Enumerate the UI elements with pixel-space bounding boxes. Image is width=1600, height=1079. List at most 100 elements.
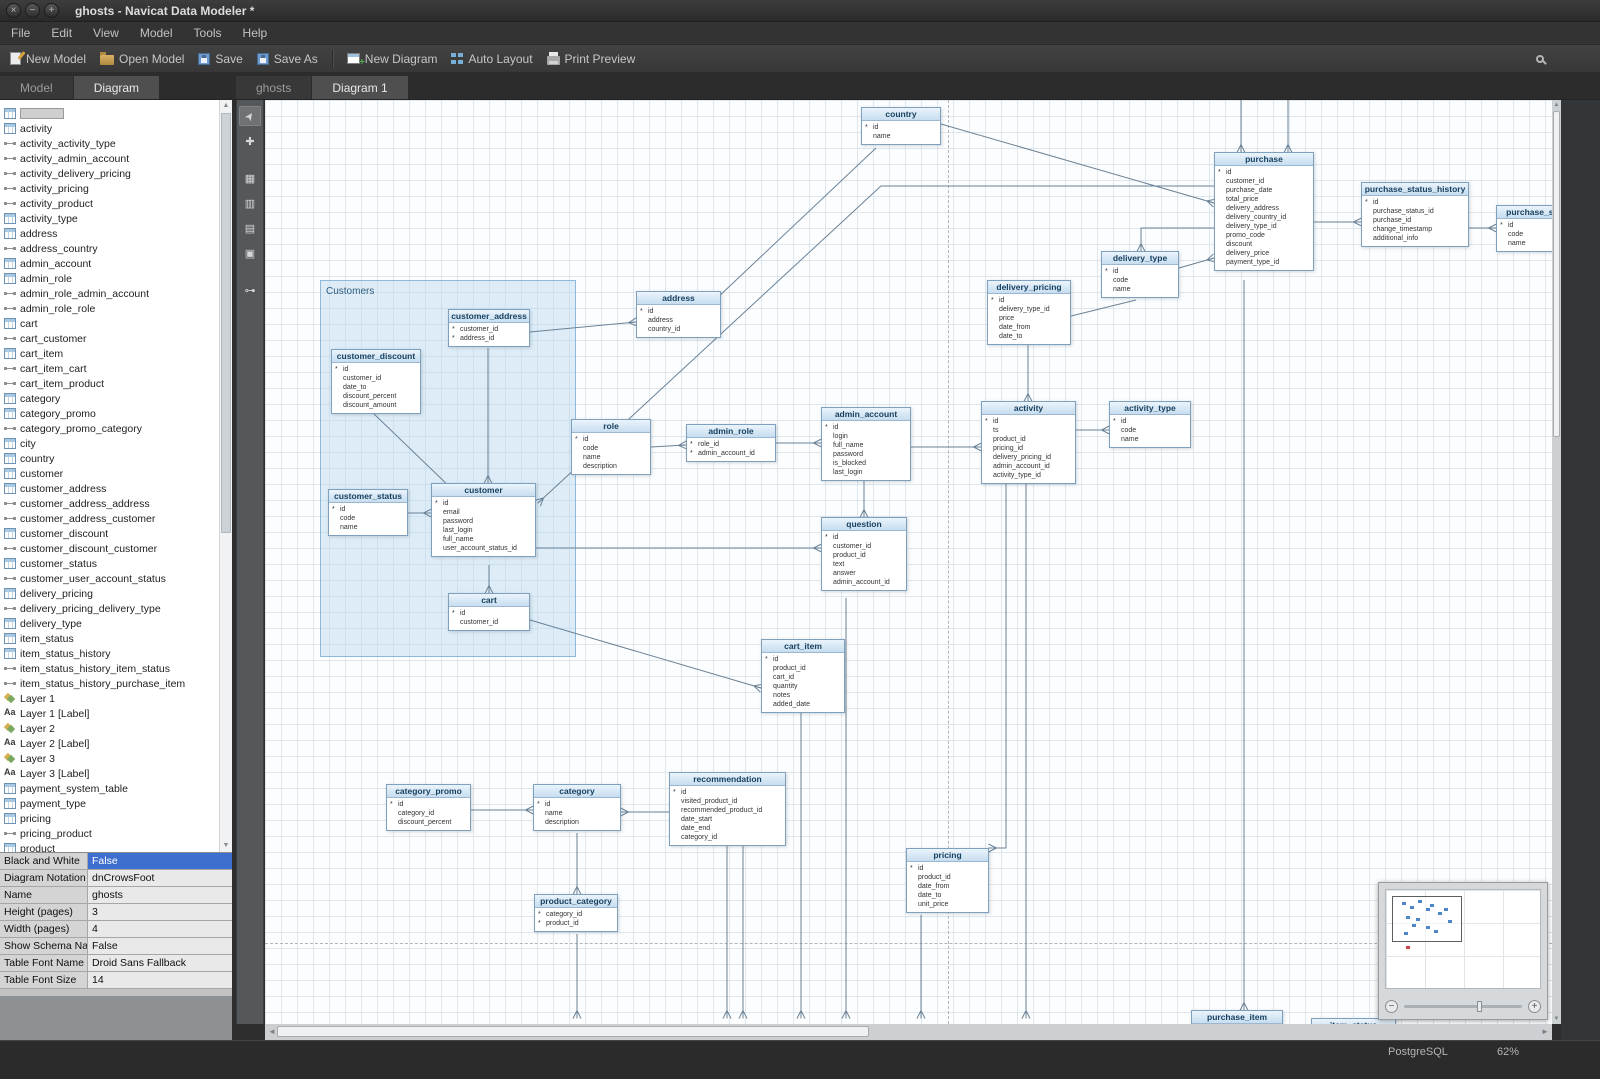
tree-item-payment-type[interactable]: payment_type: [0, 796, 219, 811]
tree-item-activity-type[interactable]: activity_type: [0, 211, 219, 226]
tree-scroll-thumb[interactable]: [221, 113, 231, 533]
entity-role[interactable]: role * id code name description: [571, 419, 651, 475]
vertical-scroll-thumb[interactable]: [1553, 111, 1560, 437]
tree-item-cart-customer[interactable]: cart_customer: [0, 331, 219, 346]
tree-item-activity-admin-account[interactable]: activity_admin_account: [0, 151, 219, 166]
minimap-zoom-out-button[interactable]: −: [1385, 999, 1398, 1013]
tree-item-customer-address[interactable]: customer_address: [0, 481, 219, 496]
tree-item-category[interactable]: category: [0, 391, 219, 406]
entity-purchase-item[interactable]: purchase_item: [1191, 1010, 1283, 1024]
minimap-map[interactable]: [1385, 889, 1541, 989]
tree-item-category-promo[interactable]: category_promo: [0, 406, 219, 421]
menu-tools[interactable]: Tools: [191, 24, 225, 42]
new-image-tool[interactable]: ▣: [239, 243, 261, 263]
tree-item-city[interactable]: city: [0, 436, 219, 451]
property-value[interactable]: dnCrowsFoot: [88, 870, 232, 886]
entity-customer-discount[interactable]: customer_discount * id customer_id date_to di…: [331, 349, 421, 414]
entity-product-category[interactable]: product_category * category_id * product_id: [534, 894, 618, 932]
tree-item-activity-product[interactable]: activity_product: [0, 196, 219, 211]
new-diagram-button[interactable]: New Diagram: [346, 52, 437, 68]
tree-item-customer-discount[interactable]: customer_discount: [0, 526, 219, 541]
scroll-right-icon[interactable]: ►: [1538, 1024, 1552, 1040]
canvas-vertical-scrollbar[interactable]: ▲ ▼: [1552, 100, 1561, 1024]
tab-model[interactable]: Model: [0, 76, 74, 99]
tree-item-category-promo-category[interactable]: category_promo_category: [0, 421, 219, 436]
entity-country[interactable]: country * id name: [861, 107, 941, 145]
save-button[interactable]: Save: [198, 52, 243, 66]
property-value[interactable]: Droid Sans Fallback: [88, 955, 232, 971]
tree-item-editing[interactable]: [0, 106, 219, 121]
menu-model[interactable]: Model: [137, 24, 176, 42]
tree-item-address-country[interactable]: address_country: [0, 241, 219, 256]
tree-item-layer-3[interactable]: Layer 3: [0, 751, 219, 766]
tree-item-cart[interactable]: cart: [0, 316, 219, 331]
tree-edit-box[interactable]: [20, 108, 64, 119]
tree-item-customer[interactable]: customer: [0, 466, 219, 481]
tree-item-delivery-pricing[interactable]: delivery_pricing: [0, 586, 219, 601]
maximize-button[interactable]: +: [44, 3, 59, 18]
tree-item-item-status-history[interactable]: item_status_history: [0, 646, 219, 661]
new-view-tool[interactable]: ▥: [239, 193, 261, 213]
minimap-zoom-in-button[interactable]: +: [1528, 999, 1541, 1013]
pan-tool[interactable]: ✚: [239, 131, 261, 151]
property-value[interactable]: False: [88, 853, 232, 869]
entity-cart-item[interactable]: cart_item * id product_id cart_id quantity not…: [761, 639, 845, 713]
property-value[interactable]: False: [88, 938, 232, 954]
open-model-button[interactable]: Open Model: [100, 52, 184, 66]
tree-item-admin-account[interactable]: admin_account: [0, 256, 219, 271]
tree-item-cart-item-cart[interactable]: cart_item_cart: [0, 361, 219, 376]
menu-edit[interactable]: Edit: [48, 24, 75, 42]
tree-item-item-status[interactable]: item_status: [0, 631, 219, 646]
tab-diagram[interactable]: Diagram: [73, 76, 161, 99]
entity-admin-account[interactable]: admin_account * id login full_name password is…: [821, 407, 911, 481]
entity-customer-status[interactable]: customer_status * id code name: [328, 489, 408, 536]
new-note-tool[interactable]: ▤: [239, 218, 261, 238]
tree-scroll-up-icon[interactable]: ▲: [220, 100, 232, 112]
tree-scrollbar[interactable]: ▲ ▼: [219, 100, 232, 852]
entity-delivery-type[interactable]: delivery_type * id code name: [1101, 251, 1179, 298]
tree-item-delivery-pricing-delivery-type[interactable]: delivery_pricing_delivery_type: [0, 601, 219, 616]
entity-activity[interactable]: activity * id ts product_id pricing_id deliver…: [981, 401, 1076, 484]
property-value[interactable]: ghosts: [88, 887, 232, 903]
close-button[interactable]: ×: [6, 3, 21, 18]
new-table-tool[interactable]: ▦: [239, 168, 261, 188]
entity-question[interactable]: question * id customer_id product_id text answ…: [821, 517, 907, 591]
tree-item-address[interactable]: address: [0, 226, 219, 241]
save-as-button[interactable]: Save As: [256, 52, 318, 66]
print-preview-button[interactable]: Print Preview: [546, 51, 635, 66]
search-button[interactable]: [1536, 54, 1544, 63]
menu-file[interactable]: File: [8, 24, 33, 42]
tree-item-delivery-type[interactable]: delivery_type: [0, 616, 219, 631]
entity-purchase-status-history[interactable]: purchase_status_history * id purchase_statu…: [1361, 182, 1469, 247]
tree-item-layer-1[interactable]: Layer 1: [0, 691, 219, 706]
minimize-button[interactable]: −: [25, 3, 40, 18]
tree-item-cart-item-product[interactable]: cart_item_product: [0, 376, 219, 391]
entity-purchase-stat[interactable]: purchase_stat * id code name: [1496, 205, 1552, 252]
tree-item-country[interactable]: country: [0, 451, 219, 466]
entity-recommendation[interactable]: recommendation * id visited_product_id recom…: [669, 772, 786, 846]
entity-address[interactable]: address * id address country_id: [636, 291, 721, 338]
tree-item-customer-address-customer[interactable]: customer_address_customer: [0, 511, 219, 526]
tree-item-activity-delivery-pricing[interactable]: activity_delivery_pricing: [0, 166, 219, 181]
tree-item-customer-discount-customer[interactable]: customer_discount_customer: [0, 541, 219, 556]
canvas-horizontal-scrollbar[interactable]: ◄ ►: [265, 1024, 1552, 1040]
minimap-zoom-handle[interactable]: [1477, 1000, 1483, 1012]
entity-category[interactable]: category * id name description: [533, 784, 621, 831]
minimap-zoom-slider[interactable]: [1404, 1000, 1522, 1012]
entity-pricing[interactable]: pricing * id product_id date_from date_to unit…: [906, 848, 989, 913]
tree-item-admin-role-role[interactable]: admin_role_role: [0, 301, 219, 316]
property-value[interactable]: 4: [88, 921, 232, 937]
tree-item-customer-status[interactable]: customer_status: [0, 556, 219, 571]
entity-customer[interactable]: customer * id email password last_login full_n…: [431, 483, 536, 557]
tree-item-activity-pricing[interactable]: activity_pricing: [0, 181, 219, 196]
tree-item-pricing[interactable]: pricing: [0, 811, 219, 826]
tree-item-activity[interactable]: activity: [0, 121, 219, 136]
tree-item-layer-3-label[interactable]: Layer 3 [Label]: [0, 766, 219, 781]
tree-item-customer-address-address[interactable]: customer_address_address: [0, 496, 219, 511]
doc-tab-diagram-1[interactable]: Diagram 1: [312, 76, 409, 99]
entity-activity-type[interactable]: activity_type * id code name: [1109, 401, 1191, 448]
tree-item-customer-user-account-status[interactable]: customer_user_account_status: [0, 571, 219, 586]
scroll-up-icon[interactable]: ▲: [1552, 100, 1561, 110]
entity-purchase[interactable]: purchase * id customer_id purchase_date total…: [1214, 152, 1314, 271]
tree-item-item-status-history-item-status[interactable]: item_status_history_item_status: [0, 661, 219, 676]
